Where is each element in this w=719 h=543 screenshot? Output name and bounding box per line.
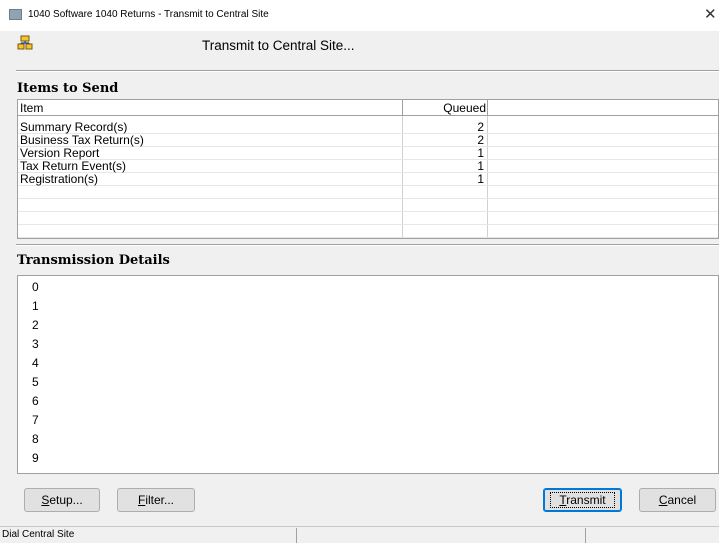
transmit-focus-rect: Transmit — [550, 492, 615, 508]
setup-label: etup... — [49, 493, 83, 507]
empty-row — [18, 199, 718, 212]
details-line: 9 — [32, 451, 39, 465]
table-row[interactable]: Business Tax Return(s) 2 — [18, 133, 718, 147]
cell-queued: 2 — [477, 133, 484, 147]
transmission-details-box[interactable]: 0 1 2 3 4 5 6 7 8 9 — [17, 275, 719, 474]
transmit-network-icon — [17, 35, 33, 50]
cancel-label: ancel — [667, 493, 697, 507]
title-bar: 1040 Software 1040 Returns - Transmit to… — [0, 0, 719, 31]
cell-item: Business Tax Return(s) — [20, 133, 144, 147]
items-section-title: Items to Send — [17, 81, 119, 96]
window-title: 1040 Software 1040 Returns - Transmit to… — [28, 9, 269, 20]
status-panel — [588, 528, 719, 543]
details-line: 7 — [32, 413, 39, 427]
status-bar: Dial Central Site — [0, 526, 719, 543]
header-text: Transmit to Central Site... — [202, 38, 355, 53]
details-line: 5 — [32, 375, 39, 389]
app-icon — [9, 9, 22, 20]
status-text: Dial Central Site — [0, 528, 297, 543]
items-grid[interactable]: Item Queued Summary Record(s) 2 Business… — [17, 99, 719, 239]
cell-queued: 1 — [477, 146, 484, 160]
details-line: 8 — [32, 432, 39, 446]
close-icon[interactable]: ✕ — [704, 5, 717, 23]
table-row[interactable]: Registration(s) 1 — [18, 172, 718, 186]
column-header-separator[interactable] — [487, 100, 488, 116]
details-line: 3 — [32, 337, 39, 351]
cell-queued: 2 — [477, 120, 484, 134]
header-divider-highlight — [16, 71, 719, 72]
column-header-queued[interactable]: Queued — [402, 101, 486, 115]
details-section-title: Transmission Details — [17, 253, 170, 268]
setup-button[interactable]: Setup... — [24, 488, 100, 512]
cell-item: Tax Return Event(s) — [20, 159, 127, 173]
column-header-item[interactable]: Item — [20, 101, 43, 115]
cell-item: Summary Record(s) — [20, 120, 128, 134]
section-divider-highlight — [16, 245, 719, 246]
details-line: 1 — [32, 299, 39, 313]
empty-row — [18, 225, 718, 238]
cancel-button[interactable]: Cancel — [639, 488, 716, 512]
grid-header: Item Queued — [18, 100, 718, 116]
details-line: 4 — [32, 356, 39, 370]
transmit-button[interactable]: Transmit — [543, 488, 622, 512]
cell-queued: 1 — [477, 172, 484, 186]
filter-button[interactable]: Filter... — [117, 488, 195, 512]
cell-item: Version Report — [20, 146, 100, 160]
transmit-label: ransmit — [566, 493, 606, 507]
empty-row — [18, 186, 718, 199]
filter-label: ilter... — [145, 493, 175, 507]
details-line: 2 — [32, 318, 39, 332]
cell-item: Registration(s) — [20, 172, 99, 186]
empty-row — [18, 212, 718, 225]
details-line: 6 — [32, 394, 39, 408]
cell-queued: 1 — [477, 159, 484, 173]
details-line: 0 — [32, 280, 39, 294]
status-panel — [299, 528, 586, 543]
column-header-separator[interactable] — [402, 100, 403, 116]
table-row[interactable]: Tax Return Event(s) 1 — [18, 159, 718, 173]
